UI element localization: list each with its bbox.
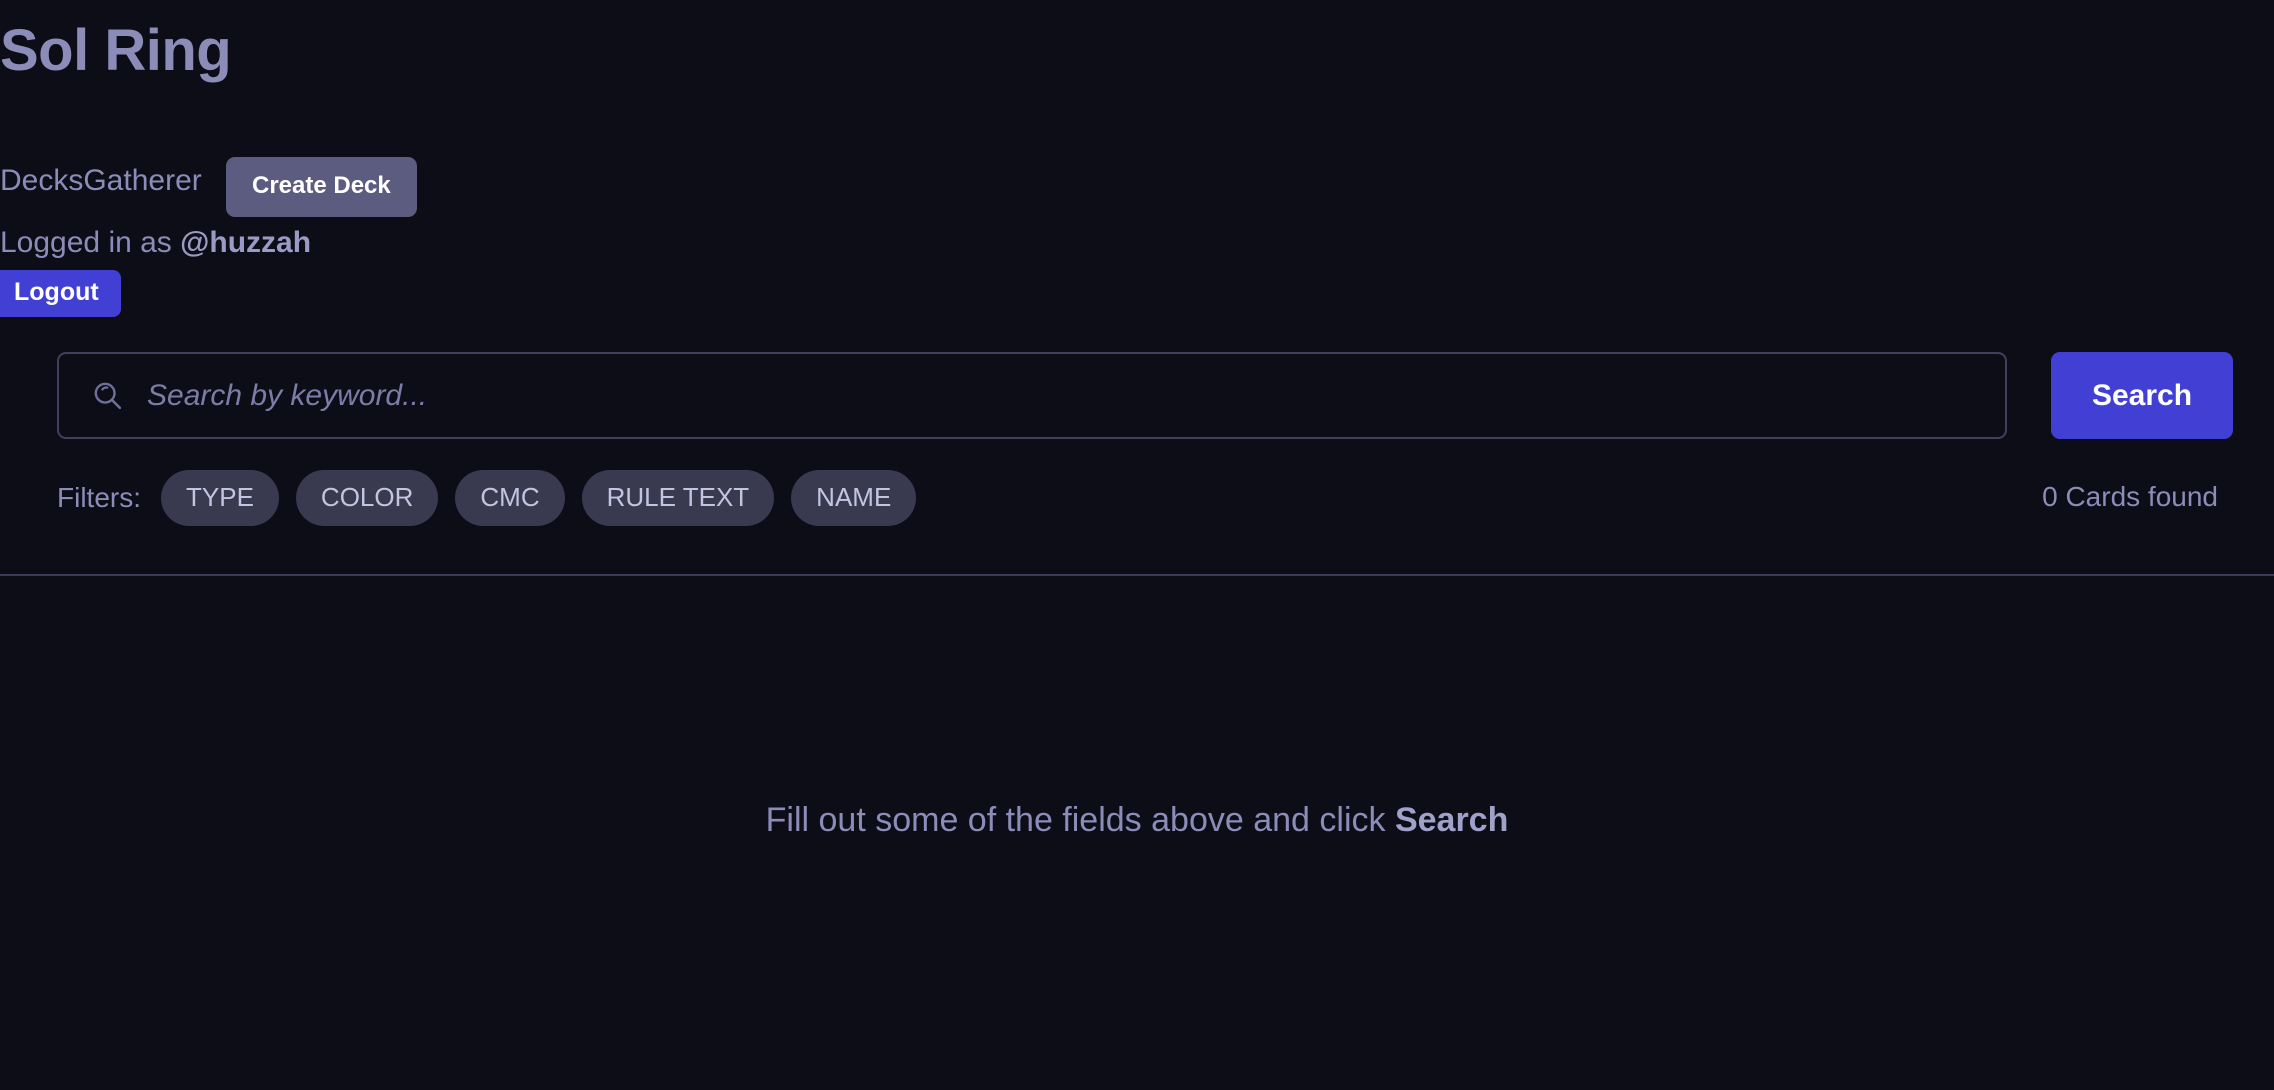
- filter-pill-type[interactable]: TYPE: [161, 470, 279, 526]
- empty-state-emphasis: Search: [1394, 801, 1509, 839]
- logout-button[interactable]: Logout: [0, 270, 121, 317]
- filters-label: Filters:: [57, 482, 141, 513]
- filter-pill-rule-text[interactable]: RULE TEXT: [581, 470, 775, 526]
- create-deck-button[interactable]: Create Deck: [226, 157, 417, 217]
- filter-pill-name[interactable]: NAME: [791, 470, 917, 526]
- section-divider: [0, 574, 2274, 576]
- logged-in-label: Logged in as: [0, 226, 181, 259]
- search-input[interactable]: Search by keyword...: [57, 352, 2007, 439]
- filter-pill-color[interactable]: COLOR: [295, 470, 439, 526]
- username-label: @huzzah: [180, 226, 312, 259]
- empty-state-message: Fill out some of the fields above and cl…: [0, 800, 2274, 841]
- search-row: Search by keyword... Search: [57, 352, 2233, 439]
- filters-row: Filters: TYPE COLOR CMC RULE TEXT NAME: [57, 470, 917, 526]
- results-count: 0 Cards found: [2042, 481, 2218, 512]
- brand-name: DecksGatherer: [0, 164, 202, 197]
- page-title: Sol Ring: [0, 18, 232, 83]
- search-placeholder: Search by keyword...: [147, 378, 428, 412]
- empty-state-text: Fill out some of the fields above and cl…: [765, 801, 1395, 839]
- app-root: Sol Ring DecksGatherer Create Deck Logge…: [0, 0, 2274, 1090]
- search-icon: [94, 382, 122, 409]
- filter-pill-cmc[interactable]: CMC: [455, 470, 565, 526]
- search-button[interactable]: Search: [2051, 352, 2233, 439]
- logged-in-status: Logged in as @huzzah: [0, 228, 311, 258]
